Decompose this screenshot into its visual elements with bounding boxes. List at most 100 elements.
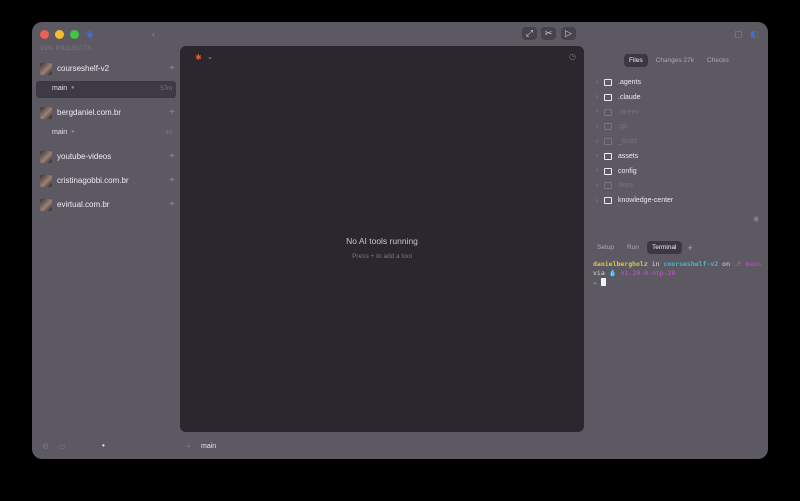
file-tree-item[interactable]: › .direnv <box>596 106 639 119</box>
file-tree-item[interactable]: › _build <box>596 135 637 148</box>
add-branch-icon[interactable]: + <box>169 175 175 186</box>
file-name: .agents <box>618 79 641 86</box>
project-avatar <box>40 199 52 211</box>
open-external-button[interactable]: ⤢ <box>522 27 537 40</box>
chevron-right-icon[interactable]: › <box>596 124 604 130</box>
file-tree-item[interactable]: › knowledge-center <box>596 194 673 207</box>
add-branch-icon[interactable]: + <box>169 63 175 74</box>
panel-tab[interactable]: Files <box>624 54 648 67</box>
terminal-version-text: v1.20.0-otp-28 <box>616 269 676 277</box>
terminal-tab[interactable]: Setup <box>592 241 619 254</box>
git-branch-icon: ⑂ <box>186 442 191 451</box>
project-avatar <box>40 175 52 187</box>
project-avatar <box>40 151 52 163</box>
sidebar-project[interactable]: bergdaniel.com.br + <box>36 105 179 122</box>
terminal-version: 💧 v1.20.0-otp-28 <box>609 269 676 277</box>
folder-icon <box>604 108 612 116</box>
project-name: bergdaniel.com.br <box>57 108 122 117</box>
chevron-right-icon[interactable]: › <box>596 153 604 159</box>
terminal-line: via 💧 v1.20.0-otp-28 <box>593 269 761 278</box>
scissors-button[interactable]: ✂ <box>541 27 556 40</box>
sidebar-project[interactable]: youtube-videos + <box>36 149 179 166</box>
chevron-right-icon[interactable]: › <box>596 183 604 189</box>
add-branch-icon[interactable]: + <box>169 107 175 118</box>
folder-icon <box>604 167 612 175</box>
file-tree-item[interactable]: › .git <box>596 120 627 133</box>
project-name: courseshelf-v2 <box>57 64 110 73</box>
droplet-icon: 💧 <box>608 269 617 277</box>
eye-icon[interactable]: ◉ <box>753 215 759 223</box>
footer-branch-name[interactable]: main <box>201 443 216 450</box>
project-name: cristinagobbi.com.br <box>57 176 129 185</box>
sidebar-project[interactable]: evirtual.com.br + <box>36 197 179 214</box>
terminal-in: in <box>647 260 664 268</box>
terminal-tabs: Setup Run Terminal + <box>592 241 693 254</box>
terminal-cursor <box>600 278 606 286</box>
empty-state-subtitle: Press + to add a tool <box>352 253 412 260</box>
chevron-right-icon[interactable]: › <box>596 80 604 86</box>
file-tree-item[interactable]: › .agents <box>596 76 641 89</box>
terminal-dir: courseshelf-v2 <box>663 260 719 268</box>
terminal-line: danielbergholz in courseshelf-v2 on ⎇ ma… <box>593 260 761 269</box>
panel-tab[interactable]: Checks <box>702 54 734 67</box>
chevron-right-icon[interactable]: › <box>596 94 604 100</box>
play-button[interactable]: ▷ <box>561 27 576 40</box>
branch-name: main <box>52 129 68 136</box>
add-branch-icon[interactable]: + <box>169 151 175 162</box>
terminal-output[interactable]: danielbergholz in courseshelf-v2 on ⎇ ma… <box>593 260 761 288</box>
chevron-right-icon[interactable]: › <box>596 139 604 145</box>
file-tree-item[interactable]: › config <box>596 165 637 178</box>
folder-add-icon[interactable]: ▭ <box>58 442 66 451</box>
sidebar-branch[interactable]: main ● 57m <box>36 81 176 98</box>
folder-icon <box>604 152 612 160</box>
minimize-window-button[interactable] <box>55 30 64 39</box>
main-panel: ✱ ⌄ ◷ No AI tools running Press + to add… <box>180 46 584 432</box>
panel-tabs: Files Changes 27k Checks <box>624 54 734 67</box>
project-avatar <box>40 63 52 75</box>
file-tree-item[interactable]: › .claude <box>596 91 641 104</box>
file-name: deps <box>618 182 634 190</box>
chevron-right-icon[interactable]: › <box>596 198 604 204</box>
close-window-button[interactable] <box>40 30 49 39</box>
settings-icon[interactable]: ⚙ <box>42 442 49 451</box>
panel-tab[interactable]: Changes 27k <box>651 54 699 67</box>
folder-icon <box>604 138 612 145</box>
history-icon[interactable]: ◷ <box>569 52 576 61</box>
back-arrow-icon[interactable]: ‹ <box>152 29 155 40</box>
project-name: youtube-videos <box>57 152 112 161</box>
terminal-via: via <box>593 269 609 277</box>
terminal-tab[interactable]: Terminal <box>646 241 682 254</box>
file-tree-item[interactable]: › deps <box>596 179 633 192</box>
folder-icon <box>604 182 612 190</box>
terminal-prompt: → <box>593 279 597 287</box>
chevron-right-icon[interactable]: › <box>596 168 604 174</box>
folder-icon <box>604 123 612 131</box>
chevron-down-icon[interactable]: ⌄ <box>207 53 213 61</box>
add-terminal-icon[interactable]: + <box>688 243 693 253</box>
branch-status-icon: ● <box>71 129 75 135</box>
add-branch-icon[interactable]: + <box>169 199 175 210</box>
app-logo-icon[interactable]: ◉ <box>86 29 94 40</box>
terminal-tab[interactable]: Run <box>622 241 644 254</box>
folder-icon <box>604 79 612 86</box>
sidebar-project[interactable]: cristinagobbi.com.br + <box>36 173 179 190</box>
sidebar-toggle-icon[interactable]: ◧ <box>750 29 759 40</box>
maximize-window-button[interactable] <box>70 30 79 39</box>
folder-icon <box>604 197 612 204</box>
sidebar-heading: 93% PROJECTS <box>40 46 92 52</box>
branch-meta: 4d <box>165 130 172 136</box>
file-tree-item[interactable]: › assets <box>596 150 638 163</box>
project-name: evirtual.com.br <box>57 200 110 209</box>
project-avatar <box>40 107 52 119</box>
sidebar-branch[interactable]: main ● 4d <box>36 125 176 142</box>
file-name: assets <box>618 152 639 160</box>
layout-icon[interactable]: ▢ <box>734 29 743 40</box>
branch-meta: 57m <box>160 86 172 92</box>
sidebar-project[interactable]: courseshelf-v2 + <box>36 61 179 78</box>
chevron-right-icon[interactable]: › <box>596 109 604 115</box>
file-name: .claude <box>618 93 641 101</box>
ai-tool-icon[interactable]: ✱ <box>195 53 202 62</box>
file-name: _build <box>618 138 637 145</box>
folder-icon <box>604 93 612 101</box>
file-name: .direnv <box>618 108 640 116</box>
